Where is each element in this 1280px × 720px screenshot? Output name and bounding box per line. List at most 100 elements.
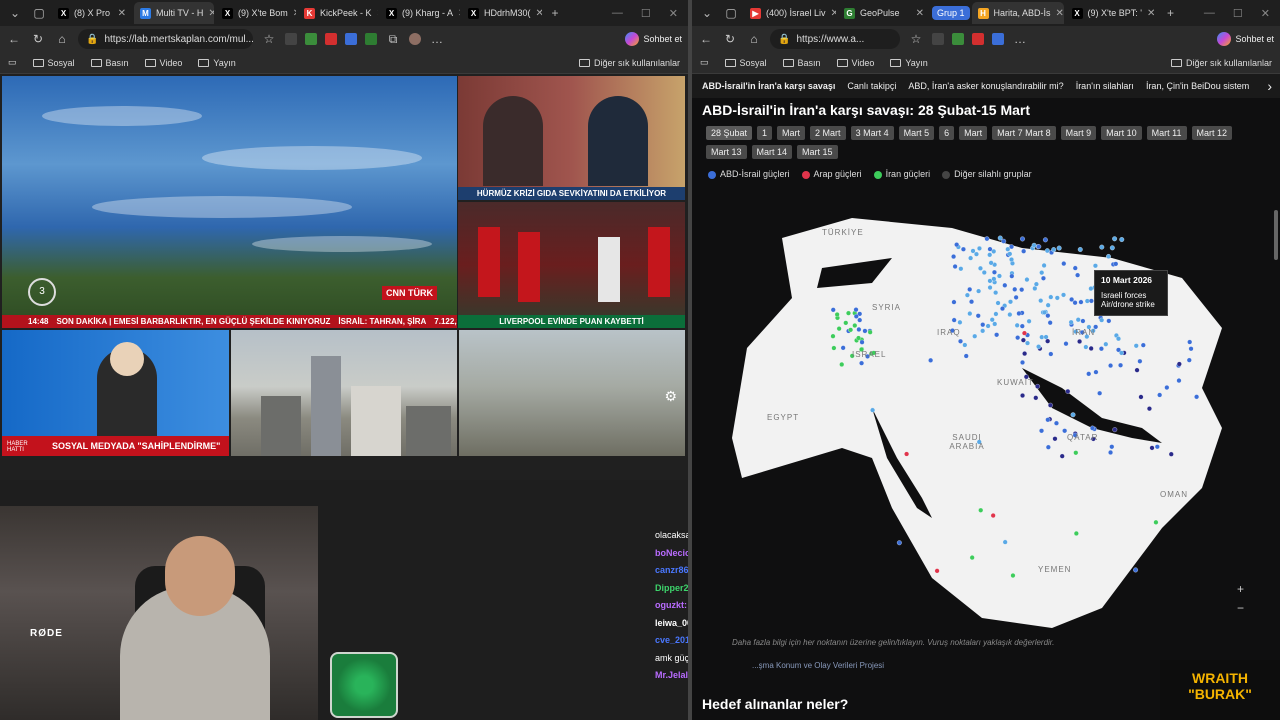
strike-point[interactable] [843, 320, 849, 326]
extension-icon[interactable] [952, 33, 964, 45]
strike-point[interactable] [1051, 247, 1057, 253]
strike-point[interactable] [1097, 390, 1103, 396]
tab-close-icon[interactable]: ✕ [916, 8, 924, 19]
strike-point[interactable] [1021, 248, 1027, 254]
browser-tab[interactable]: X (8) X Pro ✕ [52, 2, 132, 24]
chat-username[interactable]: cve_2018_19320: [655, 635, 688, 645]
strike-point[interactable] [1026, 318, 1032, 324]
close-icon[interactable]: ✕ [1261, 7, 1270, 20]
tab-close-icon[interactable]: ✕ [831, 8, 836, 19]
strike-point[interactable] [1188, 346, 1194, 352]
extension-icon[interactable] [932, 33, 944, 45]
tab-close-icon[interactable]: ✕ [118, 8, 126, 19]
strike-point[interactable] [839, 362, 845, 367]
strike-point[interactable] [1020, 393, 1025, 398]
strike-point[interactable] [1015, 335, 1021, 341]
strike-point[interactable] [1073, 530, 1079, 536]
tab-close-icon[interactable]: ✕ [458, 8, 460, 19]
strike-point[interactable] [963, 353, 969, 359]
strike-point[interactable] [1019, 287, 1025, 293]
browser-tab[interactable]: H Harita, ABD-İs ✕ [971, 2, 1064, 24]
strike-point[interactable] [1045, 444, 1051, 450]
strike-point[interactable] [1109, 245, 1115, 251]
strike-point[interactable] [840, 345, 846, 351]
extension-icon[interactable] [992, 33, 1004, 45]
date-chip[interactable]: Mart 11 [1146, 126, 1187, 140]
strike-point[interactable] [1000, 306, 1005, 312]
extension-icon[interactable] [325, 33, 337, 45]
strike-point[interactable] [862, 328, 868, 334]
date-chip[interactable]: Mart 14 [751, 145, 793, 159]
strike-point[interactable] [1033, 281, 1039, 287]
strike-point[interactable] [1118, 362, 1124, 368]
strike-point[interactable] [1009, 257, 1014, 263]
strike-point[interactable] [1075, 272, 1081, 278]
date-chip[interactable]: Mart [959, 126, 988, 140]
strike-point[interactable] [1047, 402, 1053, 408]
chat-username[interactable]: Dipper23s: [655, 583, 688, 593]
scrollbar[interactable] [1274, 210, 1278, 260]
bookmark-folder[interactable]: Basın [782, 58, 821, 68]
reading-list-icon[interactable]: ▭ [8, 57, 17, 68]
legend-item[interactable]: İran güçleri [873, 169, 930, 179]
strike-point[interactable] [1039, 270, 1045, 276]
strike-point[interactable] [1119, 350, 1124, 356]
date-chip[interactable]: Mart 15 [797, 145, 838, 159]
url-field[interactable]: 🔒 https://lab.mertskaplan.com/mul... [78, 29, 254, 49]
strike-point[interactable] [954, 242, 960, 248]
home-icon[interactable]: ⌂ [54, 32, 70, 46]
browser-tab[interactable]: M Multi TV - H ✕ [134, 2, 214, 24]
browser-tab[interactable]: ▶ (400) İsrael Liv ✕ [744, 2, 836, 24]
strike-point[interactable] [1039, 334, 1045, 340]
article-nav-link[interactable]: İran, Çin'in BeiDou sistem [1146, 81, 1249, 91]
browser-tab[interactable]: X HDdrhM30(✕ [462, 2, 542, 24]
strike-point[interactable] [1068, 319, 1074, 325]
strike-point[interactable] [1078, 299, 1084, 305]
strike-point[interactable] [1022, 330, 1027, 336]
strike-point[interactable] [1140, 342, 1146, 348]
strike-point[interactable] [1032, 285, 1038, 291]
video-tile-cnn-turk[interactable]: 3 CNN TÜRK 14:48 SON DAKİKA | EMESİ BARB… [2, 76, 457, 328]
strike-point[interactable] [997, 235, 1003, 241]
strike-point[interactable] [1112, 236, 1118, 242]
strike-point[interactable] [1009, 273, 1015, 279]
new-tab-button[interactable]: + [1160, 2, 1182, 24]
browser-tab[interactable]: X (9) Kharg - A ✕ [380, 2, 460, 24]
strike-point[interactable] [1098, 346, 1104, 352]
strike-point[interactable] [1054, 420, 1059, 426]
strike-point[interactable] [1137, 358, 1143, 364]
strike-point[interactable] [848, 327, 854, 333]
strike-point[interactable] [970, 248, 976, 254]
strike-point[interactable] [1073, 450, 1079, 456]
back-icon[interactable]: ← [6, 32, 22, 46]
strike-point[interactable] [1157, 392, 1163, 398]
bookmark-folder[interactable]: Yayın [198, 58, 236, 68]
article-nav-link[interactable]: ABD, İran'a asker konuşlandırabilir mi? [908, 81, 1063, 91]
bookmark-folder[interactable]: Basın [90, 58, 129, 68]
date-chip[interactable]: 1 [757, 126, 773, 140]
strike-point[interactable] [964, 292, 970, 298]
strike-point[interactable] [1007, 251, 1013, 257]
tab-close-icon[interactable]: ✕ [1147, 8, 1155, 19]
strike-point[interactable] [1134, 367, 1140, 373]
strike-point[interactable] [980, 328, 986, 334]
strike-point[interactable] [972, 333, 978, 339]
other-bookmarks[interactable]: Diğer sık kullanılanlar [1170, 58, 1272, 68]
more-icon[interactable]: … [1012, 32, 1028, 46]
strike-point[interactable] [952, 264, 958, 269]
tab-close-icon[interactable]: ✕ [208, 8, 214, 19]
strike-point[interactable] [1012, 286, 1018, 292]
settings-gear-icon[interactable]: ⚙ [664, 388, 677, 405]
extension-icon[interactable] [365, 33, 377, 45]
strike-point[interactable] [1010, 573, 1016, 578]
strike-point[interactable] [993, 311, 999, 317]
strike-point[interactable] [1039, 428, 1044, 434]
strike-point[interactable] [1048, 351, 1054, 357]
strike-point[interactable] [1007, 312, 1013, 318]
strike-point[interactable] [1106, 253, 1111, 259]
strike-point[interactable] [859, 339, 865, 345]
strike-point[interactable] [1072, 265, 1078, 271]
strike-point[interactable] [1002, 539, 1008, 545]
tab-group-label[interactable]: Grup 1 [932, 6, 970, 20]
strike-point[interactable] [1113, 261, 1119, 267]
